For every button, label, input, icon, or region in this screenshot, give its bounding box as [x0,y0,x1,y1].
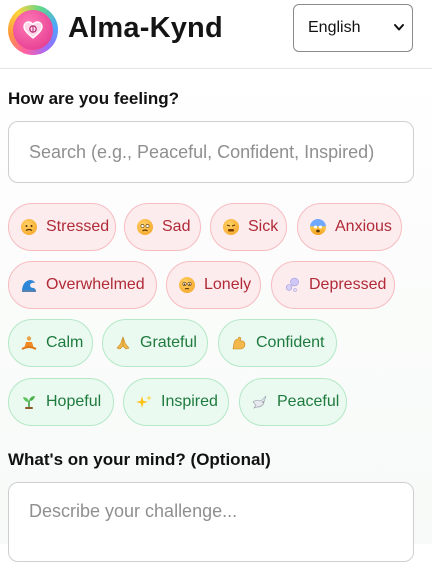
seedling-icon [21,394,37,410]
mind-question: What's on your mind? (Optional) [8,450,271,469]
mood-label: Sad [162,218,191,235]
mood-chip-peaceful[interactable]: Peaceful [239,378,347,426]
sick-face-icon [223,219,239,235]
mood-chip-sad[interactable]: Sad [124,203,201,251]
mood-chip-hopeful[interactable]: Hopeful [8,378,114,426]
dove-icon [252,394,268,410]
mood-label: Sick [248,218,279,235]
mood-label: Stressed [46,218,110,235]
mood-chip-anxious[interactable]: Anxious [297,203,402,251]
mood-chip-inspired[interactable]: Inspired [123,378,229,426]
mood-search-input[interactable]: Search (e.g., Peaceful, Confident, Inspi… [8,121,414,183]
mood-chip-stressed[interactable]: Stressed [8,203,116,251]
mood-label: Depressed [309,276,387,293]
mood-label: Hopeful [46,393,102,410]
mood-chip-lonely[interactable]: Lonely [166,261,261,309]
mood-label: Lonely [204,276,252,293]
main-content: How are you feeling? Search (e.g., Peace… [0,69,432,562]
praying-hands-icon [115,335,131,351]
bubbles-icon [284,277,300,293]
mood-label: Inspired [161,393,218,410]
mood-chip-sick[interactable]: Sick [210,203,287,251]
search-placeholder: Search (e.g., Peaceful, Confident, Inspi… [29,141,375,162]
mood-label: Grateful [140,334,197,351]
mood-label: Peaceful [277,393,340,410]
sparkles-icon [136,394,152,410]
app-logo-icon [8,5,58,55]
mood-chip-overwhelmed[interactable]: Overwhelmed [8,261,157,309]
stressed-face-icon [21,219,37,235]
language-selected-value: English [308,19,361,36]
wave-icon [21,277,37,293]
chevron-down-icon [393,20,405,38]
sad-face-icon [137,219,153,235]
mood-label: Confident [256,334,325,351]
flexed-biceps-icon [231,335,247,351]
feeling-question: How are you feeling? [8,89,179,108]
app-title: Alma-Kynd [68,12,223,44]
lonely-face-icon [179,277,195,293]
mood-chip-grateful[interactable]: Grateful [102,319,208,367]
meditation-icon [21,335,37,351]
mood-chip-depressed[interactable]: Depressed [271,261,395,309]
mood-label: Calm [46,334,84,351]
textarea-placeholder: Describe your challenge... [29,501,238,521]
app-header: Alma-Kynd English [0,0,432,69]
language-select[interactable]: English [293,4,413,52]
anxious-face-icon [310,219,326,235]
mood-chip-confident[interactable]: Confident [218,319,337,367]
challenge-textarea[interactable]: Describe your challenge... [8,482,414,562]
mood-chip-calm[interactable]: Calm [8,319,93,367]
mood-label: Anxious [335,218,392,235]
mood-label: Overwhelmed [46,276,145,293]
